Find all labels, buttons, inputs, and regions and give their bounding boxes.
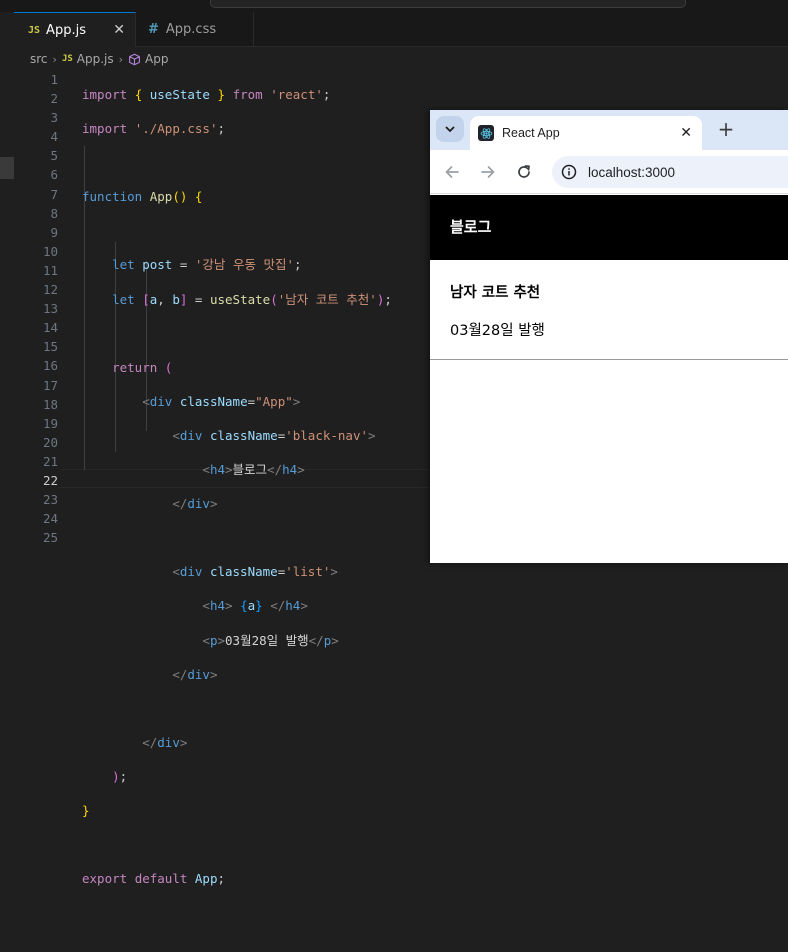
js-file-icon: JS [28,24,41,36]
arrow-right-icon [481,166,495,178]
info-icon[interactable] [560,163,578,181]
new-tab-button[interactable]: + [714,118,738,142]
breadcrumb-symbol[interactable]: App [145,52,168,66]
browser-toolbar: localhost:3000 [430,150,788,194]
css-file-icon: # [148,22,159,37]
post-title: 남자 코트 추천 [450,285,541,301]
editor-tab-bar: JS App.js ✕ # App.css [14,12,788,47]
browser-window: React App ✕ + localhost:3000 블로그 남자 코트 추… [430,110,788,563]
cube-icon [128,53,141,66]
line-numbers: 1234 5678 9 10 11 12 13 14 15 16 17 18 19 20 21 22… [14,70,58,547]
address-bar[interactable]: localhost:3000 [552,156,788,188]
browser-tab-react-app[interactable]: React App ✕ [470,116,702,150]
close-icon[interactable]: ✕ [113,22,125,38]
page-viewport: 블로그 남자 코트 추천 03월28일 발행 [430,195,788,563]
url-text: localhost:3000 [588,164,676,180]
breadcrumb: src › JS App.js › App [30,48,168,70]
breadcrumb-folder[interactable]: src [30,52,48,66]
tab-label: App.css [165,22,217,37]
activity-indicator [0,157,14,179]
browser-tab-strip: React App ✕ + [430,110,788,150]
js-file-icon: JS [61,54,73,64]
back-button[interactable] [442,162,462,182]
chevron-right-icon: › [118,52,124,66]
command-center-search[interactable] [210,0,686,8]
chevron-down-icon [445,126,455,132]
post-date: 03월28일 발행 [450,323,545,339]
current-line-number: 22 [42,472,58,488]
tab-app-js[interactable]: JS App.js ✕ [14,12,136,47]
tab-search-button[interactable] [436,116,464,142]
black-nav: 블로그 [430,195,788,260]
reload-button[interactable] [514,162,534,182]
close-icon[interactable]: ✕ [680,125,692,141]
chevron-right-icon: › [52,52,57,66]
react-logo-icon [478,125,494,141]
reload-icon [518,165,530,178]
breadcrumb-file[interactable]: App.js [77,52,114,66]
tab-label: App.js [46,22,86,38]
tab-app-css[interactable]: # App.css [136,12,254,47]
list-item: 남자 코트 추천 03월28일 발행 [430,260,788,360]
forward-button[interactable] [478,162,498,182]
title-bar [0,0,788,12]
nav-title: 블로그 [450,218,492,236]
arrow-left-icon [445,166,459,178]
browser-tab-title: React App [502,126,560,140]
